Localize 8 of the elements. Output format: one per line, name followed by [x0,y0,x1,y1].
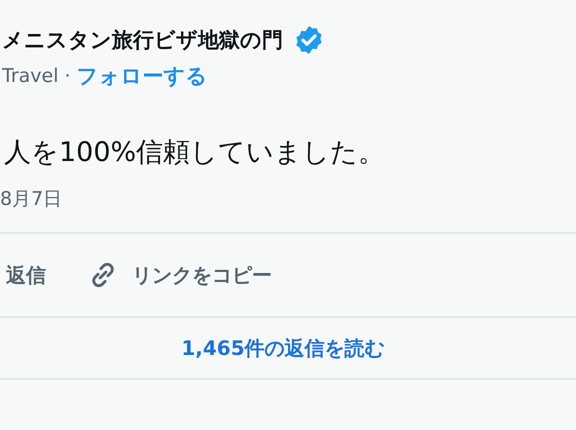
read-replies-link[interactable]: 1,465件の返信を読む [181,334,385,362]
copy-link-button[interactable]: リンクをコピー [86,258,272,292]
follow-link[interactable]: フォローする [76,62,208,90]
tweet-date[interactable]: 8月7日 [0,176,576,224]
author-name: メニスタン旅行ビザ地獄の門 [2,27,283,54]
author-handle: Travel · [2,65,71,87]
reply-button[interactable]: 返信 [6,262,46,288]
tweet-text: 人を100%信頼していました。 [3,136,386,170]
